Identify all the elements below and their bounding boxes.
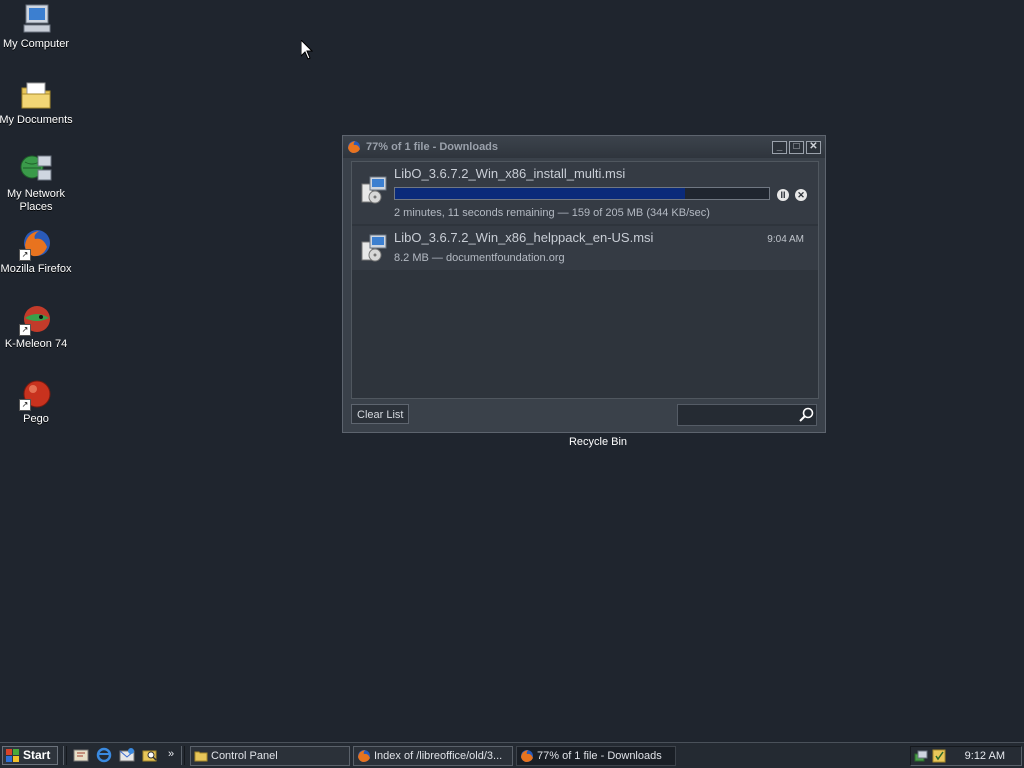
show-desktop-icon[interactable]	[73, 747, 89, 763]
shortcut-arrow-icon: ↗	[19, 399, 31, 411]
installer-file-icon	[361, 234, 387, 262]
close-icon: ✕	[809, 141, 818, 152]
download-filename: LibO_3.6.7.2_Win_x86_install_multi.msi	[394, 166, 626, 181]
desktop-icon-pego[interactable]: ↗ Pego	[0, 377, 74, 426]
clear-list-button[interactable]: Clear List	[351, 404, 410, 424]
download-status: 8.2 MB — documentfoundation.org	[394, 252, 565, 264]
maximize-button[interactable]: □	[789, 140, 804, 154]
cancel-icon: ✕	[797, 190, 805, 200]
downloads-list[interactable]: LibO_3.6.7.2_Win_x86_install_multi.msi I…	[351, 161, 819, 399]
taskbar-task-downloads[interactable]: 77% of 1 file - Downloads	[516, 746, 676, 766]
download-item[interactable]: LibO_3.6.7.2_Win_x86_install_multi.msi I…	[352, 162, 818, 224]
my-documents-icon	[19, 78, 53, 112]
downloads-footer: Clear List	[351, 404, 819, 428]
k-meleon-icon: ↗	[19, 302, 53, 336]
start-label: Start	[23, 748, 51, 762]
search-input[interactable]	[677, 404, 817, 426]
search-folder-icon[interactable]	[142, 747, 158, 763]
taskbar-task-control-panel[interactable]: Control Panel	[190, 746, 350, 766]
download-item[interactable]: LibO_3.6.7.2_Win_x86_helppack_en-US.msi …	[352, 226, 818, 270]
pause-icon: II	[780, 190, 786, 200]
taskbar: Start » Control Panel Index of /libreoff…	[0, 742, 1024, 768]
quick-launch-overflow-icon[interactable]: »	[168, 748, 174, 760]
desktop-icon-label: My Documents	[0, 114, 73, 126]
taskbar-task-index-page[interactable]: Index of /libreoffice/old/3...	[353, 746, 513, 766]
minimize-button[interactable]: _	[772, 140, 787, 154]
taskbar-separator	[63, 746, 67, 765]
pause-button[interactable]: II	[777, 189, 789, 201]
pego-icon: ↗	[19, 377, 53, 411]
network-tray-icon[interactable]	[914, 749, 928, 763]
progress-fill	[395, 188, 685, 199]
shortcut-arrow-icon: ↗	[19, 249, 31, 261]
search-icon	[799, 407, 814, 422]
security-tray-icon[interactable]	[932, 749, 946, 763]
maximize-icon: □	[793, 141, 800, 152]
desktop-icon-label: Recycle Bin	[568, 436, 628, 448]
start-button[interactable]: Start	[2, 746, 58, 765]
taskbar-clock[interactable]: 9:12 AM	[965, 750, 1005, 762]
network-places-icon	[19, 152, 53, 186]
desktop-icon-label: Pego	[23, 413, 49, 425]
window-title: 77% of 1 file - Downloads	[366, 141, 499, 153]
windows-logo-icon	[6, 749, 19, 762]
cancel-button[interactable]: ✕	[795, 189, 807, 201]
desktop-icon-my-documents[interactable]: My Documents	[0, 78, 74, 127]
installer-file-icon	[361, 176, 387, 204]
desktop-icon-network-places[interactable]: My Network Places	[0, 152, 74, 214]
internet-explorer-icon[interactable]	[96, 747, 112, 763]
shortcut-arrow-icon: ↗	[19, 324, 31, 336]
desktop-icon-recycle-bin[interactable]: Recycle Bin	[562, 436, 634, 448]
taskbar-separator	[181, 746, 185, 765]
desktop-icon-label: My Computer	[2, 38, 70, 50]
download-time: 9:04 AM	[767, 234, 804, 245]
taskbar-task-label: Index of /libreoffice/old/3...	[374, 750, 503, 762]
my-computer-icon	[19, 2, 53, 36]
outlook-express-icon[interactable]	[119, 747, 135, 763]
firefox-icon	[521, 750, 533, 762]
desktop-icon-my-computer[interactable]: My Computer	[0, 2, 74, 51]
minimize-icon: _	[776, 141, 783, 152]
firefox-icon	[358, 750, 370, 762]
window-titlebar[interactable]: 77% of 1 file - Downloads _ □ ✕	[343, 136, 825, 158]
desktop-icon-label: My Network Places	[6, 188, 66, 213]
firefox-icon	[348, 141, 360, 153]
download-status: 2 minutes, 11 seconds remaining — 159 of…	[394, 207, 710, 219]
system-tray: 9:12 AM	[910, 746, 1022, 766]
desktop-icon-firefox[interactable]: ↗ Mozilla Firefox	[0, 227, 74, 276]
downloads-window: 77% of 1 file - Downloads _ □ ✕ LibO_3.6…	[342, 135, 826, 433]
folder-icon	[194, 751, 208, 762]
taskbar-task-label: 77% of 1 file - Downloads	[537, 750, 662, 762]
desktop-icon-label: K-Meleon 74	[4, 338, 68, 350]
download-progress-bar	[394, 187, 770, 200]
taskbar-task-label: Control Panel	[211, 750, 278, 762]
mouse-cursor-icon	[300, 38, 314, 63]
download-filename: LibO_3.6.7.2_Win_x86_helppack_en-US.msi	[394, 230, 654, 245]
desktop-icon-label: Mozilla Firefox	[0, 263, 72, 275]
firefox-icon: ↗	[19, 227, 53, 261]
desktop-icon-k-meleon[interactable]: ↗ K-Meleon 74	[0, 302, 74, 351]
close-button[interactable]: ✕	[806, 140, 821, 154]
